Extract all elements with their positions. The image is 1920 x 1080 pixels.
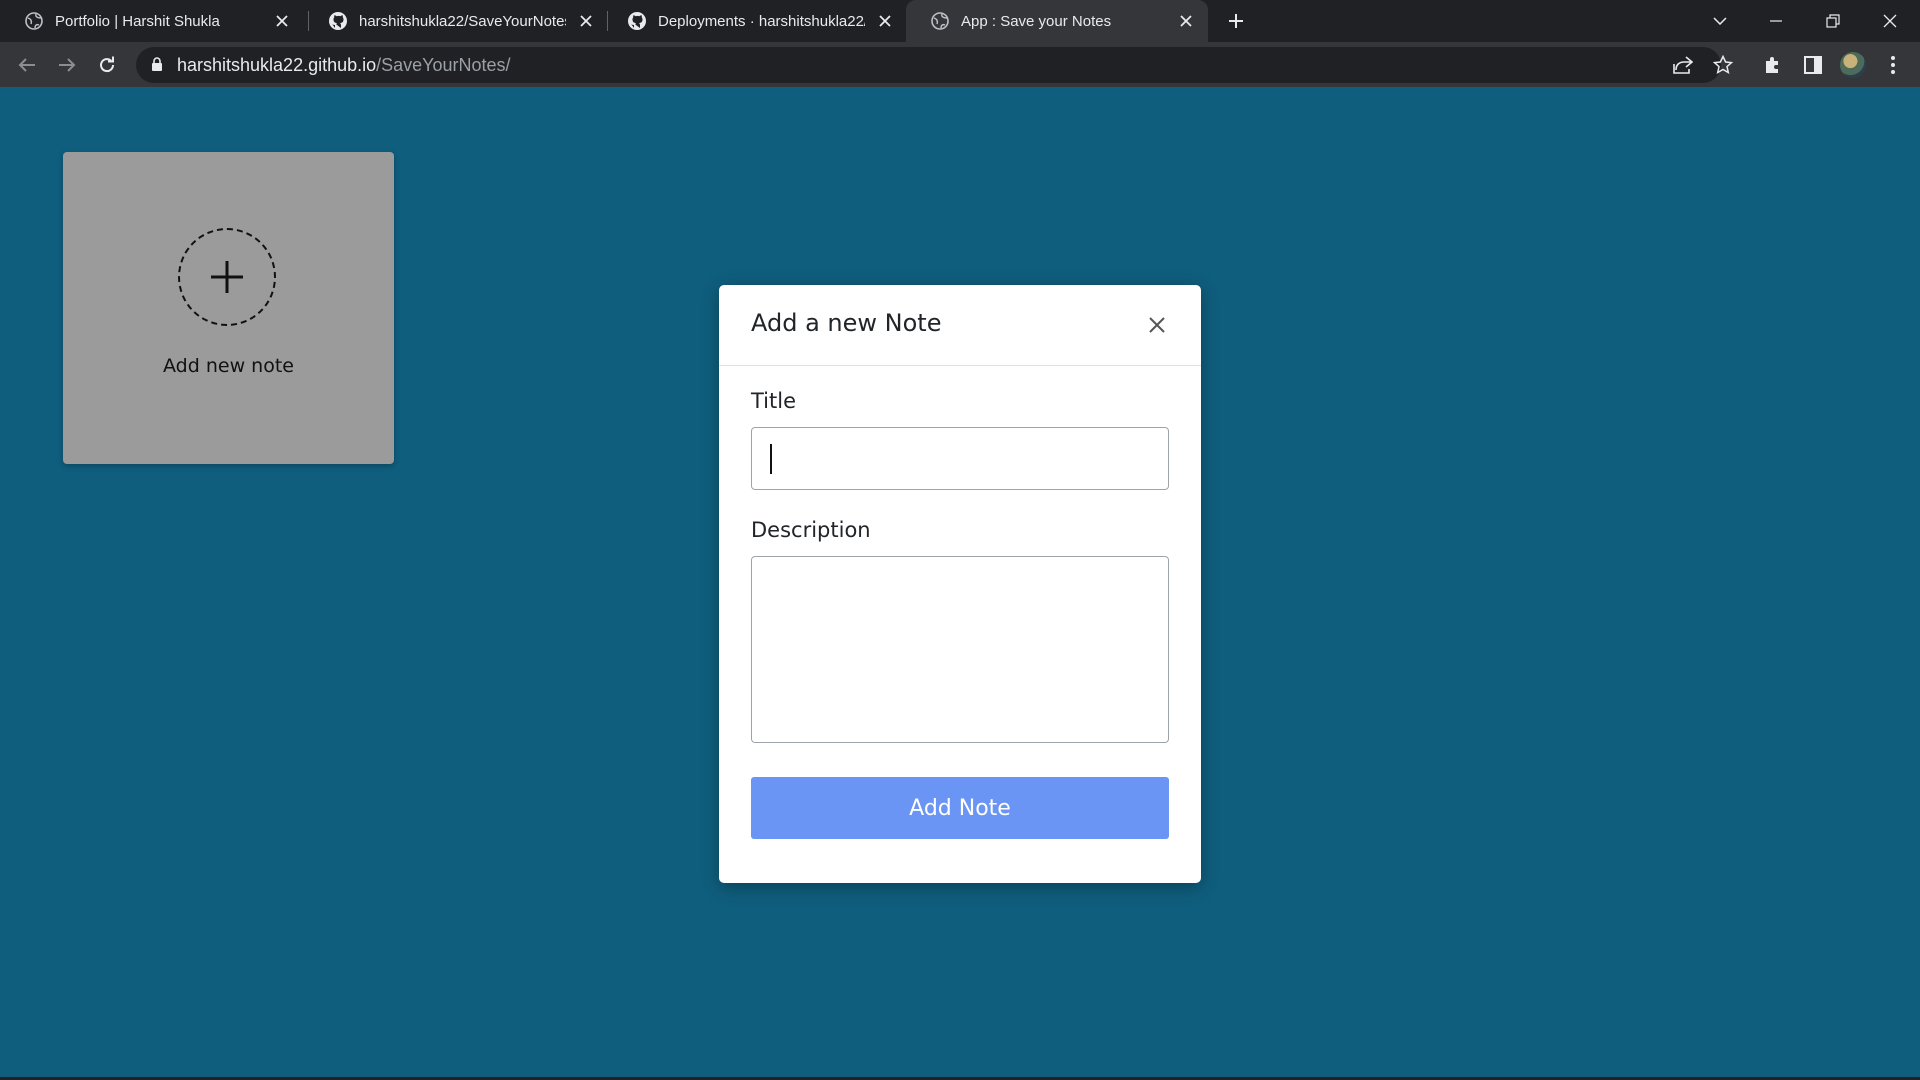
text-caret <box>770 444 772 474</box>
url-host: harshitshukla22.github.io <box>177 55 377 75</box>
minimize-button[interactable] <box>1748 0 1804 42</box>
reload-button[interactable] <box>93 51 121 79</box>
menu-button[interactable] <box>1881 53 1905 77</box>
modal-title: Add a new Note <box>751 309 942 337</box>
back-button[interactable] <box>13 51 41 79</box>
modal-close-button[interactable] <box>1143 311 1171 339</box>
close-tab-icon[interactable] <box>270 9 294 33</box>
close-tab-icon[interactable] <box>574 9 598 33</box>
close-tab-icon[interactable] <box>873 9 897 33</box>
globe-icon <box>931 12 949 30</box>
tab-github-repo[interactable]: harshitshukla22/SaveYourNotes <box>304 0 608 42</box>
plus-icon <box>1229 14 1243 28</box>
share-button[interactable] <box>1672 54 1694 76</box>
modal-header: Add a new Note <box>719 285 1201 366</box>
arrow-right-icon <box>59 58 76 72</box>
lock-icon[interactable] <box>151 57 163 72</box>
globe-icon <box>25 12 43 30</box>
add-note-modal: Add a new Note Title Description Add Not… <box>719 285 1201 883</box>
tab-search-button[interactable] <box>1692 0 1748 42</box>
tab-portfolio[interactable]: Portfolio | Harshit Shukla <box>0 0 304 42</box>
profile-avatar[interactable] <box>1840 52 1866 78</box>
github-icon <box>329 12 347 30</box>
browser-toolbar: harshitshukla22.github.io/SaveYourNotes/ <box>0 42 1920 88</box>
arrow-left-icon <box>18 58 35 72</box>
tab-save-your-notes[interactable]: App : Save your Notes <box>906 0 1208 42</box>
puzzle-icon <box>1766 57 1778 73</box>
minimize-icon <box>1770 20 1782 22</box>
forward-button[interactable] <box>53 51 81 79</box>
github-icon <box>628 12 646 30</box>
restore-icon <box>1826 14 1840 28</box>
add-note-button[interactable]: Add Note <box>751 777 1169 839</box>
title-input[interactable] <box>751 427 1169 490</box>
add-new-note-label: Add new note <box>163 355 294 377</box>
side-panel-icon <box>1804 56 1822 74</box>
tab-label: App : Save your Notes <box>961 12 1112 30</box>
plus-icon <box>211 261 243 293</box>
browser-tab-strip: Portfolio | Harshit Shukla harshitshukla… <box>0 0 1920 42</box>
tab-github-deployments[interactable]: Deployments · harshitshukla22/S <box>603 0 907 42</box>
side-panel-button[interactable] <box>1801 53 1825 77</box>
share-icon <box>1673 56 1693 74</box>
description-label: Description <box>751 518 871 542</box>
description-textarea[interactable] <box>751 556 1169 743</box>
new-tab-button[interactable] <box>1222 7 1250 35</box>
star-icon <box>1713 55 1733 74</box>
chevron-down-icon <box>1713 17 1727 25</box>
tab-label: harshitshukla22/SaveYourNotes <box>359 12 566 30</box>
address-bar[interactable]: harshitshukla22.github.io/SaveYourNotes/ <box>136 47 1733 83</box>
add-new-note-card[interactable]: Add new note <box>63 152 394 464</box>
add-note-circle[interactable] <box>178 228 276 326</box>
extensions-button[interactable] <box>1761 53 1785 77</box>
close-tab-icon[interactable] <box>1174 9 1198 33</box>
tab-label: Deployments · harshitshukla22/S <box>658 12 865 30</box>
url-path: /SaveYourNotes/ <box>376 55 511 75</box>
restore-button[interactable] <box>1805 0 1861 42</box>
tab-label: Portfolio | Harshit Shukla <box>55 12 220 30</box>
close-icon <box>1883 14 1897 28</box>
bookmark-button[interactable] <box>1712 54 1734 76</box>
kebab-menu-icon <box>1891 56 1895 74</box>
close-icon <box>1149 317 1165 333</box>
close-window-button[interactable] <box>1862 0 1918 42</box>
reload-icon <box>100 56 115 73</box>
title-label: Title <box>751 389 797 413</box>
url-text[interactable]: harshitshukla22.github.io/SaveYourNotes/ <box>177 55 511 76</box>
